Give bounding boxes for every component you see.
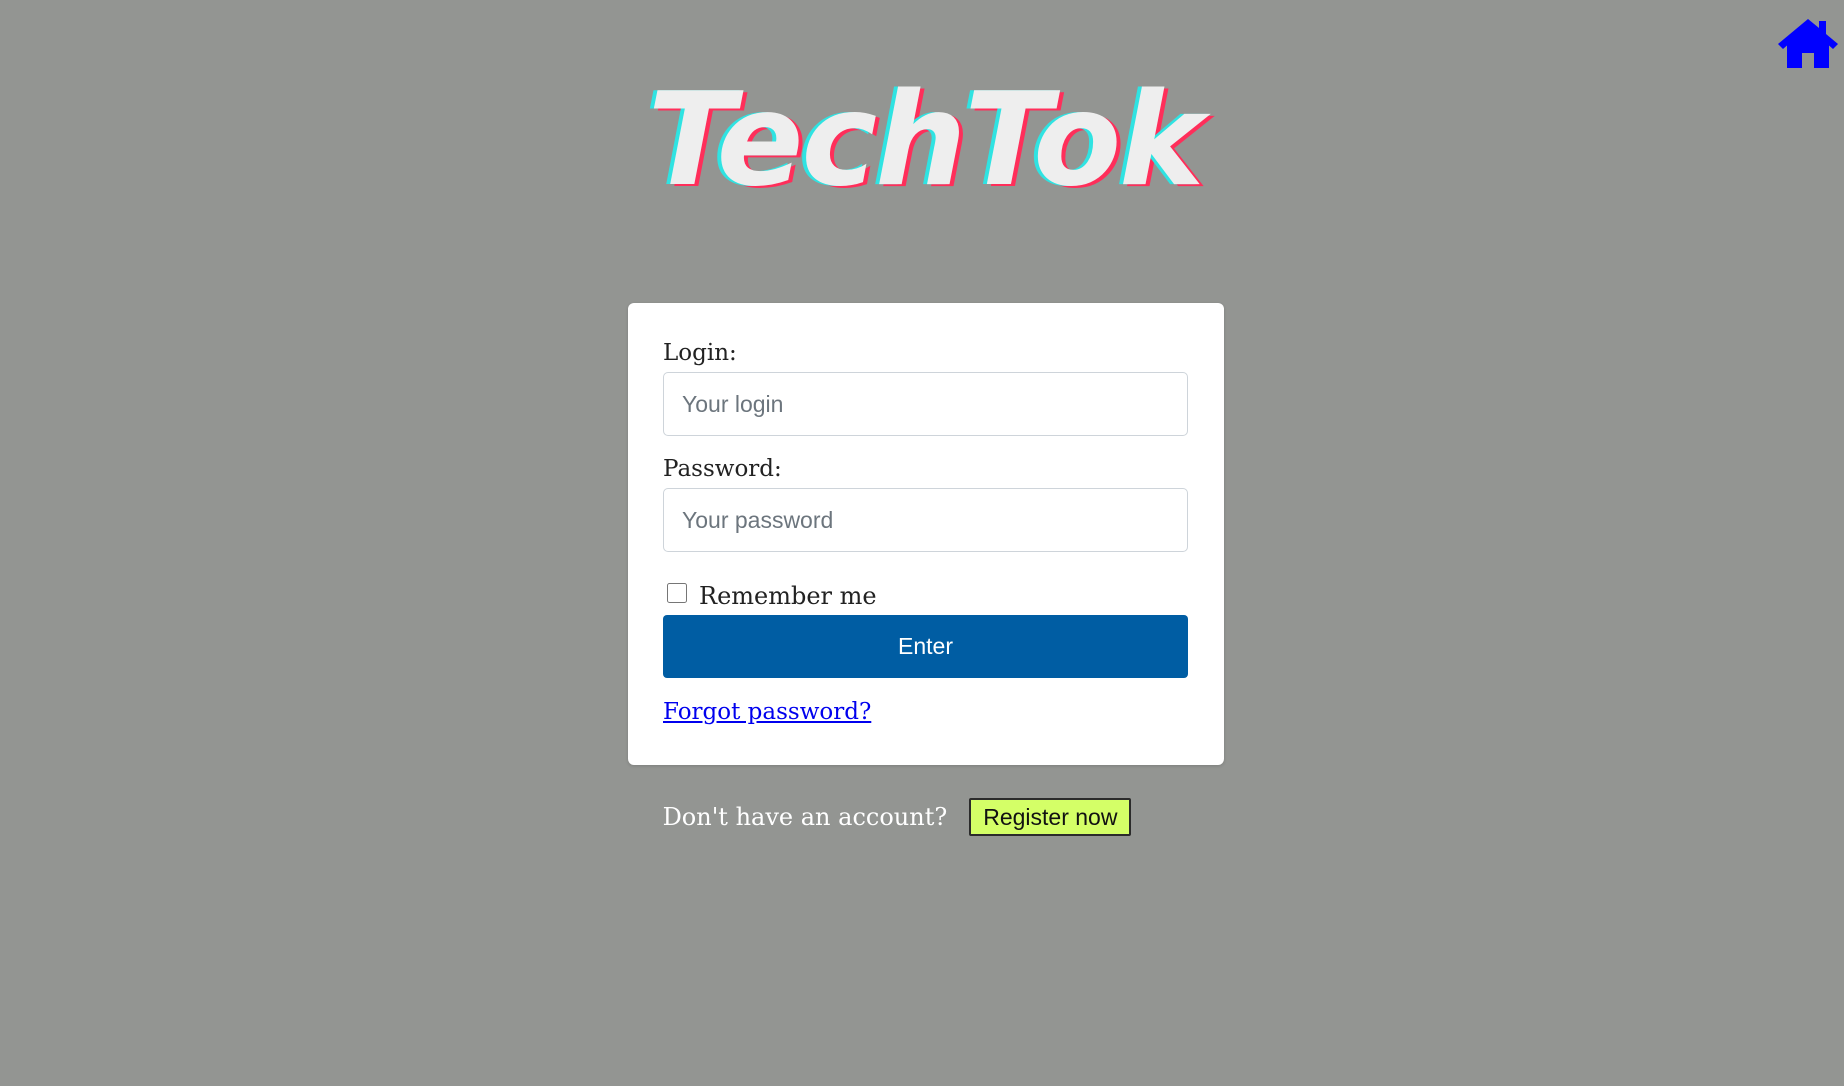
password-label: Password: bbox=[663, 456, 782, 482]
login-page: TechTok Login: Password: Remember me Ent… bbox=[0, 0, 1844, 1086]
techtok-logo: TechTok bbox=[647, 66, 1205, 215]
home-icon bbox=[1778, 19, 1838, 68]
register-now-button[interactable]: Register now bbox=[969, 798, 1132, 836]
remember-me-label[interactable]: Remember me bbox=[699, 582, 877, 610]
remember-me-checkbox[interactable] bbox=[667, 583, 687, 603]
forgot-password-link[interactable]: Forgot password? bbox=[663, 699, 871, 725]
password-input[interactable] bbox=[663, 488, 1188, 552]
enter-button[interactable]: Enter bbox=[663, 615, 1188, 678]
register-row: Don't have an account? Register now bbox=[0, 798, 1819, 836]
register-prompt: Don't have an account? bbox=[662, 803, 948, 831]
login-label: Login: bbox=[663, 340, 737, 366]
remember-me-row: Remember me bbox=[667, 573, 877, 613]
login-card: Login: Password: Remember me Enter Forgo… bbox=[628, 303, 1224, 765]
home-button[interactable] bbox=[1776, 16, 1840, 70]
login-input[interactable] bbox=[663, 372, 1188, 436]
